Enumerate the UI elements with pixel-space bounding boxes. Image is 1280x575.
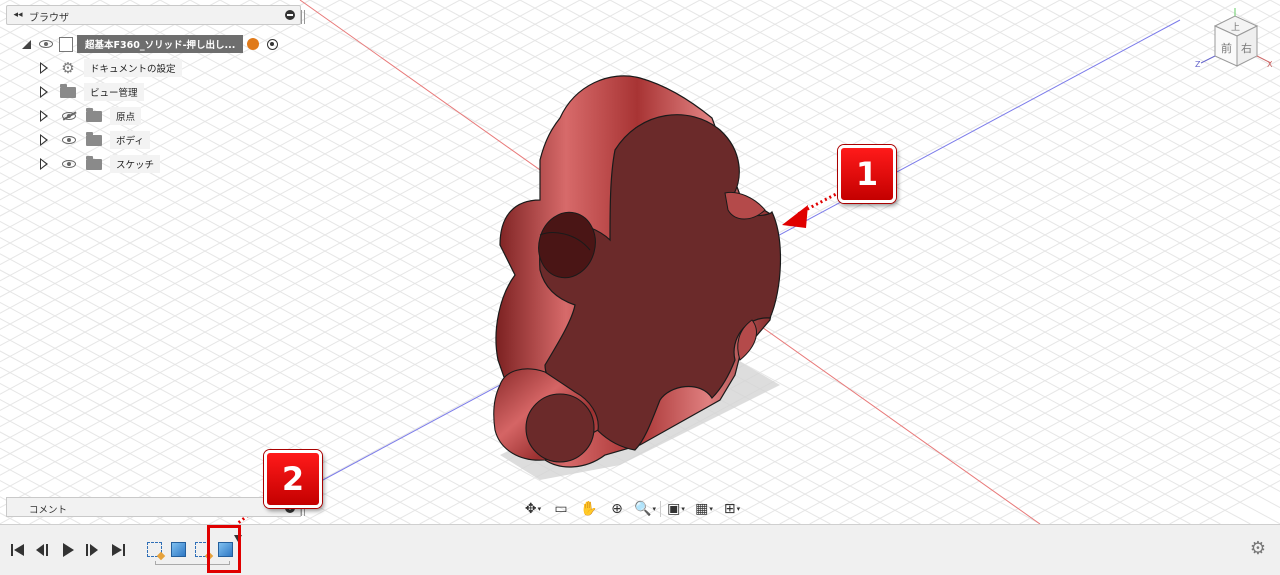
gear-icon: ⚙ bbox=[61, 59, 75, 77]
tree-item-label: ビュー管理 bbox=[84, 83, 144, 101]
zoom-button[interactable]: ⊕ bbox=[604, 499, 630, 519]
collapse-panel-icon[interactable]: ◂◂ bbox=[11, 9, 25, 21]
view-cube-shape[interactable] bbox=[1195, 6, 1275, 80]
view-cube-front-label[interactable]: 前 bbox=[1221, 40, 1232, 56]
3d-viewport[interactable]: ◂◂ ブラウザ 超基本F360_ソリッド-押し出し... ⚙ ドキュメントの設定… bbox=[0, 0, 1280, 524]
tree-item-view-management[interactable]: ビュー管理 bbox=[40, 82, 144, 102]
folder-icon bbox=[86, 107, 102, 122]
view-cube-top-label[interactable]: 上 bbox=[1231, 20, 1240, 33]
browser-panel: ◂◂ ブラウザ 超基本F360_ソリッド-押し出し... ⚙ ドキュメントの設定… bbox=[0, 0, 306, 185]
fit-button[interactable]: 🔍 ▾ bbox=[632, 499, 658, 519]
step-back-button[interactable] bbox=[34, 543, 50, 557]
orbit-icon: ✥ bbox=[524, 501, 537, 517]
step-forward-button[interactable] bbox=[84, 543, 100, 557]
grid-icon: ▦ bbox=[695, 501, 709, 517]
eye-icon[interactable] bbox=[62, 160, 76, 168]
timeline-bar: ⚙ bbox=[0, 524, 1280, 575]
tree-item-sketches[interactable]: スケッチ bbox=[40, 154, 161, 174]
callout-1: 1 bbox=[838, 145, 896, 203]
timeline-extrude-feature-1[interactable] bbox=[171, 542, 186, 557]
folder-icon bbox=[60, 83, 76, 98]
expand-icon[interactable] bbox=[40, 158, 48, 170]
zoom-icon: ⊕ bbox=[611, 501, 623, 517]
go-to-start-button[interactable] bbox=[10, 543, 26, 557]
axis-z-label: Z bbox=[1195, 60, 1201, 69]
look-at-button[interactable]: ▭ bbox=[548, 499, 574, 519]
comments-panel: コメント + bbox=[6, 497, 305, 517]
expand-icon[interactable] bbox=[40, 62, 48, 74]
tree-item-bodies[interactable]: ボディ bbox=[40, 130, 150, 150]
expand-icon[interactable] bbox=[40, 134, 48, 146]
look-at-icon: ▭ bbox=[554, 501, 568, 517]
grid-settings-button[interactable]: ▦ ▾ bbox=[691, 499, 717, 519]
callout-2: 2 bbox=[264, 450, 322, 508]
eye-icon[interactable] bbox=[39, 40, 53, 48]
browser-header: ◂◂ ブラウザ bbox=[6, 5, 305, 25]
timeline-settings-gear-icon[interactable]: ⚙ bbox=[1250, 540, 1266, 558]
minimize-icon[interactable] bbox=[285, 10, 295, 20]
toolbar-divider bbox=[660, 501, 661, 517]
document-icon bbox=[59, 36, 73, 52]
eye-hidden-icon[interactable] bbox=[62, 112, 76, 120]
tree-item-label: ドキュメントの設定 bbox=[84, 59, 182, 77]
timeline-sketch-feature-1[interactable] bbox=[147, 542, 162, 557]
tree-item-document-settings[interactable]: ⚙ ドキュメントの設定 bbox=[40, 58, 182, 78]
pan-button[interactable]: ✋ bbox=[576, 499, 602, 519]
tree-root[interactable]: 超基本F360_ソリッド-押し出し... bbox=[22, 34, 279, 54]
root-component-label[interactable]: 超基本F360_ソリッド-押し出し... bbox=[77, 35, 244, 53]
view-cube-right-label[interactable]: 右 bbox=[1241, 40, 1252, 56]
highlight-box bbox=[207, 525, 241, 573]
tree-item-label: 原点 bbox=[110, 107, 142, 125]
axis-x-label: X bbox=[1267, 60, 1273, 69]
display-settings-button[interactable]: ▣ ▾ bbox=[663, 499, 689, 519]
red-body[interactable] bbox=[493, 75, 782, 468]
orbit-button[interactable]: ✥ ▾ bbox=[520, 499, 546, 519]
view-cube[interactable]: 上 前 右 Z X bbox=[1195, 6, 1275, 80]
folder-icon bbox=[86, 131, 102, 146]
tree-item-label: ボディ bbox=[110, 131, 150, 149]
expand-icon[interactable] bbox=[40, 110, 48, 122]
fit-zoom-icon: 🔍 bbox=[634, 501, 652, 517]
go-to-end-button[interactable] bbox=[110, 543, 126, 557]
pan-hand-icon: ✋ bbox=[580, 501, 598, 517]
tree-item-origin[interactable]: 原点 bbox=[40, 106, 142, 126]
eye-icon[interactable] bbox=[62, 136, 76, 144]
viewports-icon: ⊞ bbox=[723, 501, 736, 517]
browser-title: ブラウザ bbox=[29, 13, 69, 24]
folder-icon bbox=[86, 155, 102, 170]
monitor-icon: ▣ bbox=[667, 501, 681, 517]
viewports-button[interactable]: ⊞ ▾ bbox=[719, 499, 745, 519]
comments-title: コメント bbox=[29, 505, 68, 516]
user-badge-icon bbox=[247, 38, 260, 50]
resize-grip[interactable] bbox=[301, 10, 305, 24]
tree-item-label: スケッチ bbox=[110, 155, 161, 173]
activate-radio-icon[interactable] bbox=[267, 38, 279, 50]
navigation-toolbar: ✥ ▾ ▭ ✋ ⊕ 🔍 ▾ ▣ ▾ ▦ ▾ ⊞ ▾ bbox=[520, 498, 757, 520]
expand-icon[interactable] bbox=[40, 86, 48, 98]
expand-root-icon[interactable] bbox=[22, 39, 31, 49]
play-button[interactable] bbox=[60, 543, 76, 557]
